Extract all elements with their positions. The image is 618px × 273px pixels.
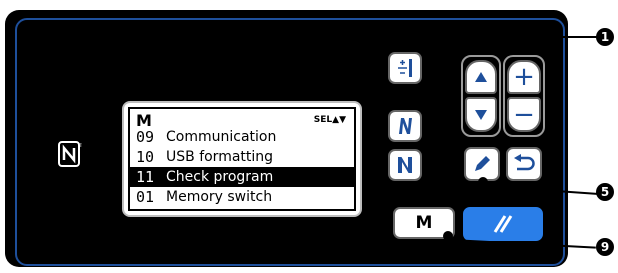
menu-item-label: Communication [166,129,277,145]
return-icon [514,154,535,171]
minus-label: − [513,99,535,130]
reverse-feed-button[interactable] [388,110,422,142]
plus-button[interactable]: + [507,60,541,94]
edit-button[interactable] [464,147,500,181]
callout-number: 5 [600,185,610,199]
menu-item-label: Memory switch [166,189,273,205]
down-arrow-icon [475,109,487,120]
callout-number: 9 [600,240,610,254]
edit-pencil-icon [475,156,490,171]
normal-feed-icon [398,157,412,173]
sel-indicator: SEL▲▼ [313,115,346,125]
up-arrow-icon [475,72,487,82]
threading-button[interactable] [388,52,422,84]
lcd-screen: M SEL▲▼ 09 Communication 10 USB formatti… [122,101,362,217]
minus-button[interactable]: − [507,97,541,132]
menu-item-label: Check program [166,169,274,185]
menu-item-number: 10 [136,148,155,166]
up-arrow-button[interactable] [465,60,497,94]
callout-badge-1: 1 [596,28,614,46]
callout-pointer-1 [470,39,480,49]
menu-item-label: USB formatting [166,149,274,165]
menu-item-number: 11 [136,168,155,186]
menu-item-number: 09 [136,128,155,146]
svg-text:TM: TM [78,143,82,148]
threading-icon [398,59,412,77]
plus-label: + [513,62,535,92]
m-button-label: M [415,213,433,233]
lcd-display: M SEL▲▼ 09 Communication 10 USB formatti… [128,107,356,211]
reset-icon [493,215,513,233]
operation-panel: TM M SEL▲▼ 09 Communication 10 USB forma… [5,10,568,267]
normal-feed-button[interactable] [388,149,422,181]
menu-item-number: 01 [136,188,155,206]
menu-item-check-program[interactable]: 11 Check program [130,167,354,187]
reverse-feed-icon [399,118,412,134]
callout-badge-5: 5 [596,183,614,201]
reset-button[interactable] [463,207,543,241]
callout-line-1 [476,36,598,38]
menu-item-usb-formatting[interactable]: 10 USB formatting [130,147,354,167]
menu-item-memory-switch[interactable]: 01 Memory switch [130,187,354,207]
nfc-icon: TM [58,141,85,167]
down-arrow-button[interactable] [465,97,497,132]
callout-number: 1 [600,30,610,44]
callout-badge-9: 9 [596,238,614,256]
return-button[interactable] [506,147,542,181]
menu-item-communication[interactable]: 09 Communication [130,127,354,147]
